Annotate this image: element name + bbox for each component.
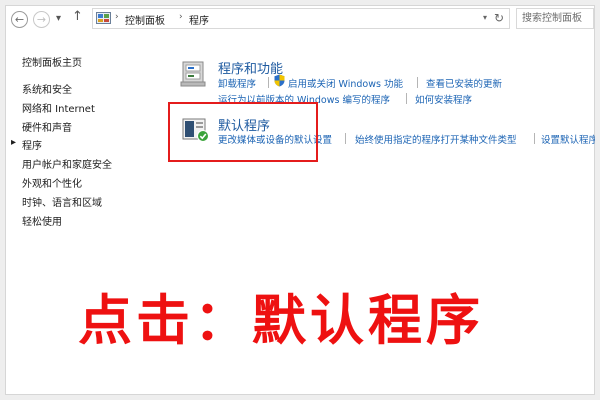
breadcrumb-control-panel[interactable]: 控制面板 — [125, 12, 165, 27]
link-windows-features[interactable]: 启用或关闭 Windows 功能 — [288, 76, 403, 90]
control-panel-icon — [96, 12, 111, 24]
link-divider — [417, 77, 418, 88]
address-field[interactable]: › 控制面板 › 程序 ▾ ↻ — [92, 8, 510, 29]
up-button[interactable]: ↑ — [72, 9, 83, 25]
link-divider — [345, 133, 346, 144]
breadcrumb-programs[interactable]: 程序 — [189, 12, 209, 27]
sidebar-item-user-accounts[interactable]: 用户帐户和家庭安全 — [22, 156, 112, 171]
sidebar-item-programs[interactable]: 程序 — [22, 137, 42, 152]
back-button[interactable]: ← — [11, 11, 28, 28]
address-dropdown-icon[interactable]: ▾ — [483, 13, 487, 22]
forward-arrow-icon: → — [36, 13, 47, 26]
screenshot-frame: ← → ▾ ↑ › 控制面板 › 程序 ▾ ↻ 控制面板主页 ▸ 系统和安全 网… — [0, 0, 600, 400]
link-run-older-programs[interactable]: 运行为以前版本的 Windows 编写的程序 — [218, 92, 390, 106]
link-divider — [406, 93, 407, 104]
default-programs-icon — [182, 118, 209, 142]
link-uninstall-program[interactable]: 卸载程序 — [218, 76, 256, 90]
instruction-overlay-text: 点击：默认程序 — [78, 289, 484, 352]
refresh-icon[interactable]: ↻ — [494, 11, 504, 25]
address-bar-row: ← → ▾ ↑ › 控制面板 › 程序 ▾ ↻ — [6, 6, 594, 32]
control-panel-window: ← → ▾ ↑ › 控制面板 › 程序 ▾ ↻ 控制面板主页 ▸ 系统和安全 网… — [5, 5, 595, 395]
search-input[interactable] — [516, 8, 594, 29]
up-arrow-icon: ↑ — [72, 9, 83, 24]
programs-features-icon — [180, 61, 206, 87]
sidebar-item-ease-of-access[interactable]: 轻松使用 — [22, 213, 62, 228]
link-divider — [268, 77, 269, 88]
link-file-type-association[interactable]: 始终使用指定的程序打开某种文件类型 — [355, 132, 517, 146]
breadcrumb-separator: › — [115, 12, 119, 22]
sidebar-item-network-internet[interactable]: 网络和 Internet — [22, 100, 95, 115]
back-arrow-icon: ← — [14, 13, 25, 26]
selected-item-marker-icon: ▸ — [11, 137, 17, 148]
forward-button[interactable]: → — [33, 11, 50, 28]
control-panel-home-link[interactable]: 控制面板主页 — [22, 54, 82, 69]
recent-locations-button[interactable]: ▾ — [56, 11, 61, 27]
sidebar-item-system-security[interactable]: 系统和安全 — [22, 81, 72, 96]
link-view-installed-updates[interactable]: 查看已安装的更新 — [426, 76, 502, 90]
sidebar-item-clock-language[interactable]: 时钟、语言和区域 — [22, 194, 102, 209]
uac-shield-icon — [274, 74, 285, 87]
link-how-to-install[interactable]: 如何安装程序 — [415, 92, 472, 106]
link-change-media-defaults[interactable]: 更改媒体或设备的默认设置 — [218, 132, 332, 146]
sidebar-item-hardware-sound[interactable]: 硬件和声音 — [22, 119, 72, 134]
breadcrumb-separator: › — [179, 12, 183, 22]
link-divider — [534, 133, 535, 144]
sidebar-item-appearance[interactable]: 外观和个性化 — [22, 175, 82, 190]
link-set-default-programs[interactable]: 设置默认程序 — [541, 132, 595, 146]
chevron-down-icon: ▾ — [56, 13, 62, 24]
